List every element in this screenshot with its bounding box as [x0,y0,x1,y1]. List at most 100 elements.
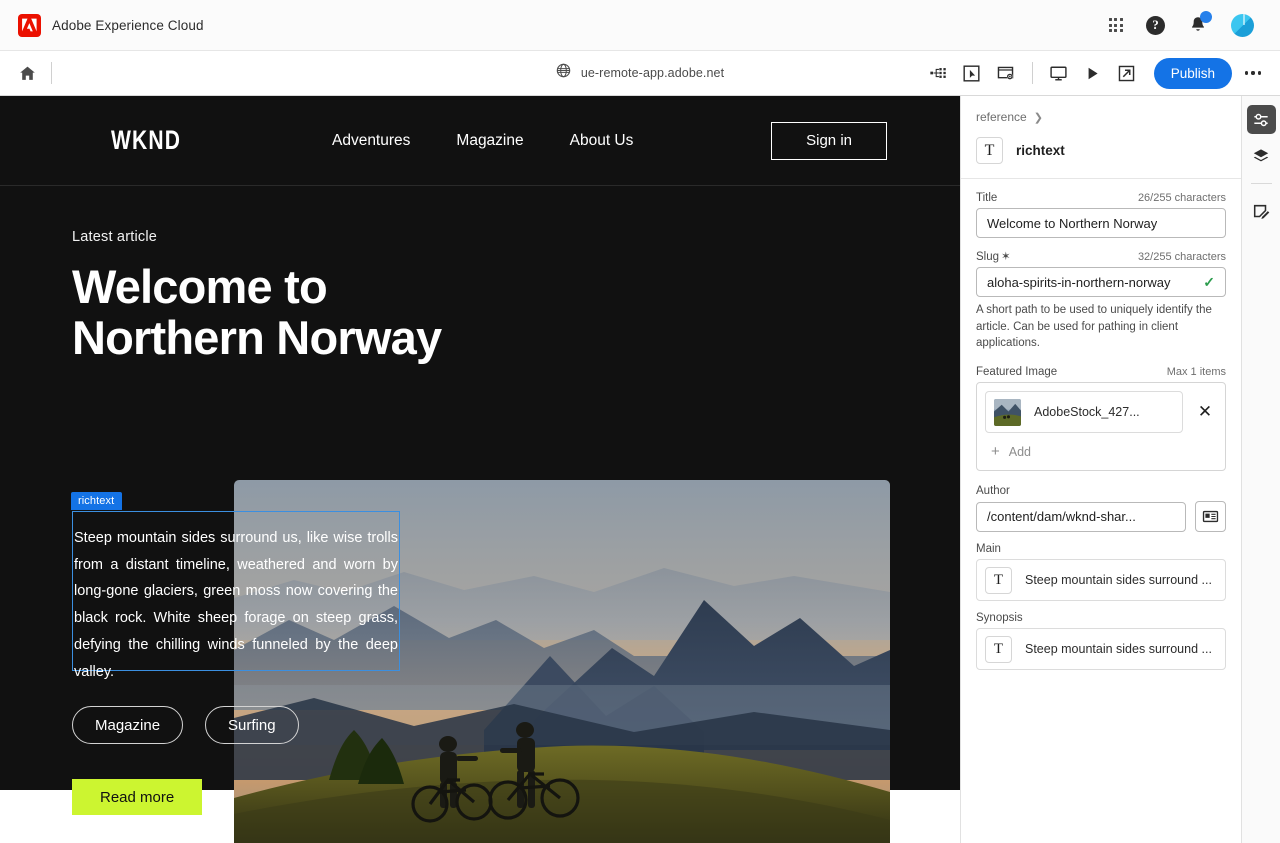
nav-link-about-us[interactable]: About Us [570,132,634,150]
asset-card[interactable]: AdobeStock_427... [985,391,1183,434]
text-component-icon: T [976,137,1003,164]
notification-badge-dot [1200,11,1212,23]
field-title: Title 26/255 characters Welcome to North… [976,192,1226,238]
rail-divider [1250,183,1272,184]
desktop-preview-icon[interactable] [1042,57,1076,89]
selection-outline[interactable]: Steep mountain sides surround us, like w… [72,511,400,680]
editor-toolbar: ue-remote-app.adobe.net Publish [0,51,1280,96]
slug-label-text: Slug [976,251,1000,263]
tag-list: Magazine Surfing [72,706,299,744]
tag-surfing[interactable]: Surfing [205,706,299,744]
main-label: Main [976,543,1001,556]
adobe-logo-icon[interactable] [18,13,41,37]
page-properties-icon[interactable] [989,57,1023,89]
more-options-icon[interactable] [1238,58,1268,88]
url-text: ue-remote-app.adobe.net [580,66,725,80]
toolbar-divider-right [1031,62,1033,84]
title-input[interactable]: Welcome to Northern Norway [976,208,1226,238]
page-title: Welcome to Northern Norway [72,260,888,364]
content-fragment-picker-icon[interactable] [1195,501,1226,533]
featured-image-label: Featured Image [976,366,1058,379]
plus-icon: + [991,443,1000,461]
avatar [1231,13,1254,37]
slug-help-text: A short path to be used to uniquely iden… [976,304,1212,350]
open-new-tab-icon[interactable] [1110,57,1144,89]
author-input[interactable]: /content/dam/wknd-shar... [976,501,1186,532]
site-navigation: WKND Adventures Magazine About Us Sign i… [0,96,960,186]
add-asset-label: Add [1008,444,1032,459]
field-slug: Slug ✶ 32/255 characters aloha-spirits-in… [976,249,1226,352]
help-glyph: ? [1146,15,1165,35]
editor-body: WKND Adventures Magazine About Us Sign i… [0,96,1280,843]
edit-note-rail-icon[interactable] [1247,197,1276,226]
app-grid-icon[interactable] [1108,17,1123,33]
user-avatar-icon[interactable] [1231,13,1254,37]
richtext-body[interactable]: Steep mountain sides surround us, like w… [73,525,399,685]
hero-title-line-2: Northern Norway [72,310,442,364]
slug-value: aloha-spirits-in-northern-norway [987,274,1171,290]
help-circle-icon[interactable]: ? [1146,15,1165,35]
featured-image-dropzone[interactable]: AdobeStock_427... ✕ + Add [976,382,1226,472]
publish-button[interactable]: Publish [1153,57,1232,89]
properties-panel: reference ❯ T richtext Title 26/255 char… [960,96,1241,843]
slug-character-count: 32/255 characters [1137,251,1226,263]
globe-icon [556,63,571,83]
hero-title-line-1: Welcome to [72,260,328,313]
title-label: Title [976,192,998,204]
text-component-icon: T [985,635,1012,663]
sign-in-button[interactable]: Sign in [771,121,887,160]
right-rail [1241,96,1280,843]
hero-section: Latest article Welcome to Northern Norwa… [0,186,960,843]
selected-component-overlay[interactable]: richtext Steep mountain sides surround u… [71,492,400,680]
asset-thumbnail [994,398,1021,426]
field-main: Main T Steep mountain sides surround ... [976,543,1226,602]
bell-icon[interactable] [1188,11,1212,35]
slug-input[interactable]: aloha-spirits-in-northern-norway ✓ [976,267,1226,297]
editor-toolbar-actions: Publish [921,57,1268,89]
properties-header: reference ❯ T richtext [961,96,1241,178]
nav-links: Adventures Magazine About Us [332,132,633,150]
required-asterisk-icon: ✶ [1001,251,1011,263]
slug-label: Slug ✶ [976,249,1011,263]
adobe-top-bar-actions: ? [1108,11,1262,37]
breadcrumb-label: reference [976,110,1027,124]
synopsis-reference-card[interactable]: T Steep mountain sides surround ... [976,628,1226,671]
synopsis-label: Synopsis [976,612,1023,625]
nav-link-adventures[interactable]: Adventures [332,132,410,150]
featured-image-max-label: Max 1 items [1166,366,1226,379]
adobe-top-bar: Adobe Experience Cloud ? [0,0,1280,51]
select-component-icon[interactable] [955,57,989,89]
synopsis-value: Steep mountain sides surround ... [1025,642,1212,657]
text-component-icon: T [985,566,1012,594]
toolbar-divider-left [51,62,52,84]
layers-rail-icon[interactable] [1247,141,1276,170]
page-canvas[interactable]: WKND Adventures Magazine About Us Sign i… [0,96,960,843]
page-tree-icon[interactable] [921,57,955,89]
site-logo[interactable]: WKND [111,125,181,156]
play-preview-icon[interactable] [1076,57,1110,89]
properties-form: Title 26/255 characters Welcome to North… [961,179,1241,843]
nav-link-magazine[interactable]: Magazine [456,132,523,150]
close-icon[interactable]: ✕ [1193,400,1217,424]
breadcrumb[interactable]: reference ❯ [976,110,1226,124]
url-pill[interactable]: ue-remote-app.adobe.net [556,63,724,83]
main-reference-card[interactable]: T Steep mountain sides surround ... [976,559,1226,602]
field-featured-image: Featured Image Max 1 items AdobeStock_42… [976,366,1226,472]
author-label: Author [976,485,1010,498]
asset-name: AdobeStock_427... [1034,405,1140,420]
properties-rail-icon[interactable] [1246,105,1276,134]
selection-badge: richtext [71,492,123,510]
wknd-page: WKND Adventures Magazine About Us Sign i… [0,96,960,843]
component-name: richtext [1016,143,1065,158]
main-value: Steep mountain sides surround ... [1025,573,1212,588]
tag-magazine[interactable]: Magazine [72,706,184,744]
title-character-count: 26/255 characters [1137,192,1226,204]
checkmark-icon: ✓ [1203,273,1215,290]
app-root: Adobe Experience Cloud ? ue-remote-app.a… [0,0,1280,843]
hero-eyebrow: Latest article [72,229,158,245]
home-icon[interactable] [12,58,42,88]
add-asset-button[interactable]: + Add [985,433,1217,462]
read-more-button[interactable]: Read more [72,779,203,815]
chevron-right-icon: ❯ [1033,111,1043,124]
author-value: /content/dam/wknd-shar... [987,509,1136,525]
